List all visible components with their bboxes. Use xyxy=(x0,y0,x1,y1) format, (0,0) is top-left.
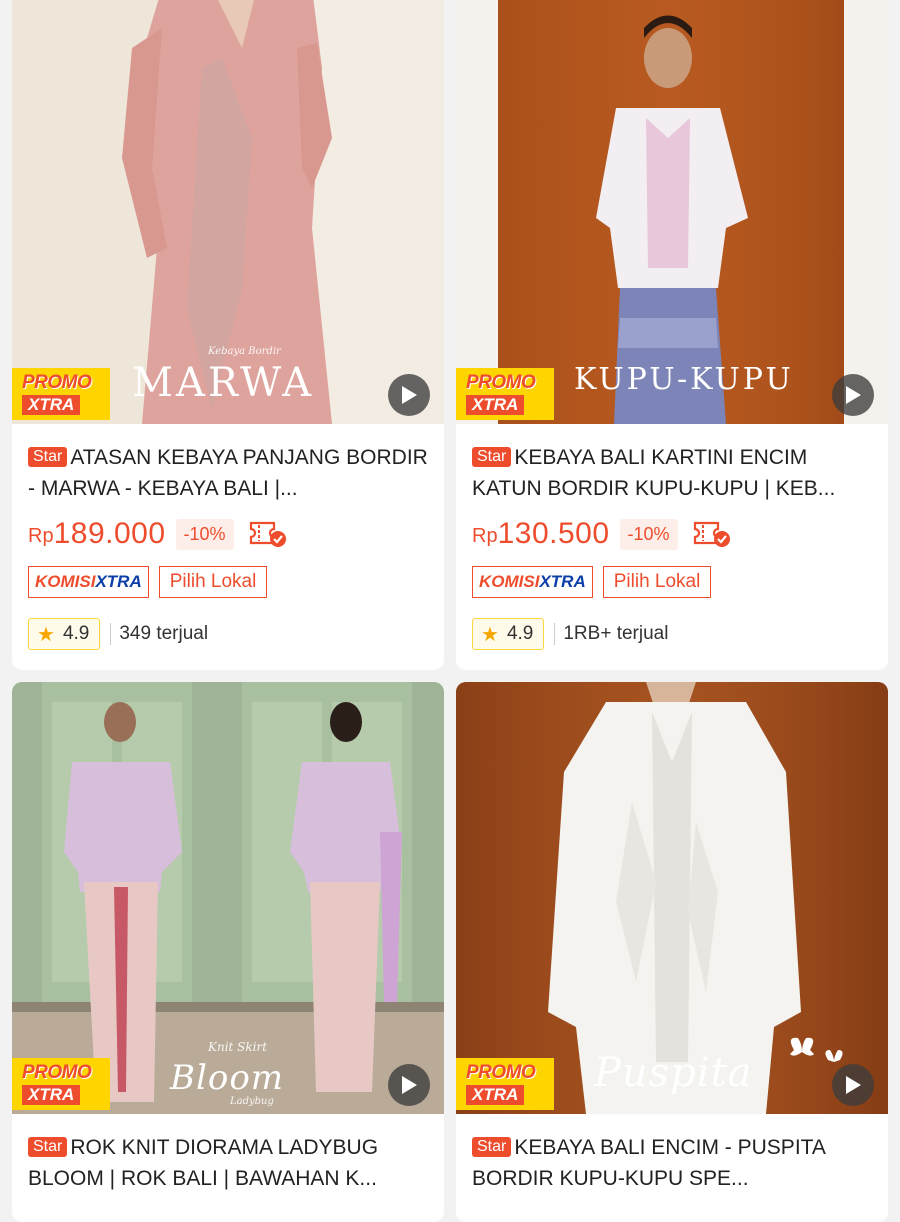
product-card[interactable]: Kebaya Bordir MARWA PROMO XTRA Star ATASA… xyxy=(12,0,444,670)
rating-badge: ★ 4.9 xyxy=(28,618,101,650)
product-price: 189.000 xyxy=(53,517,166,550)
product-title[interactable]: Star KEBAYA BALI KARTINI ENCIM KATUN BORD… xyxy=(472,442,872,504)
play-icon[interactable] xyxy=(832,374,874,416)
play-icon[interactable] xyxy=(388,1064,430,1106)
komisi-xtra-tag: KOMISI XTRA xyxy=(472,566,593,598)
product-title[interactable]: Star ATASAN KEBAYA PANJANG BORDIR - MARWA… xyxy=(28,442,428,504)
photo-overlay-caption: Ladybug xyxy=(230,1096,274,1107)
play-icon[interactable] xyxy=(832,1064,874,1106)
photo-overlay-title: Bloom xyxy=(170,1058,285,1098)
photo-overlay-title: Puspita xyxy=(594,1050,753,1096)
voucher-check-icon xyxy=(693,521,730,547)
product-image[interactable]: KUPU-KUPU PROMO XTRA xyxy=(456,0,888,424)
product-card[interactable]: KUPU-KUPU PROMO XTRA Star KEBAYA BALI KAR… xyxy=(456,0,888,670)
photo-overlay-title: KUPU-KUPU xyxy=(574,362,794,397)
promo-xtra-badge: PROMO XTRA xyxy=(12,368,110,420)
price-currency: Rp xyxy=(472,524,498,547)
product-grid: Kebaya Bordir MARWA PROMO XTRA Star ATASA… xyxy=(0,0,900,1222)
play-icon[interactable] xyxy=(388,374,430,416)
product-image[interactable]: Knit Skirt Bloom Ladybug PROMO XTRA xyxy=(12,682,444,1114)
star-icon: ★ xyxy=(481,623,499,646)
photo-overlay-subtitle: Kebaya Bordir xyxy=(208,346,281,357)
product-photo-art xyxy=(456,0,888,424)
product-card[interactable]: Puspita PROMO XTRA Star KEBAYA BALI ENCIM… xyxy=(456,682,888,1222)
promo-xtra-badge: PROMO XTRA xyxy=(12,1058,110,1110)
product-info: Star ROK KNIT DIORAMA LADYBUG BLOOM | ROK… xyxy=(12,1114,444,1194)
product-info: Star KEBAYA BALI ENCIM - PUSPITA BORDIR K… xyxy=(456,1114,888,1194)
star-seller-badge: Star xyxy=(472,447,512,467)
product-image[interactable]: Puspita PROMO XTRA xyxy=(456,682,888,1114)
star-seller-badge: Star xyxy=(28,1137,68,1157)
rating-value: 4.9 xyxy=(62,623,90,644)
star-seller-badge: Star xyxy=(472,1137,512,1157)
rating-badge: ★ 4.9 xyxy=(472,618,545,650)
rating-value: 4.9 xyxy=(506,623,534,644)
product-title[interactable]: Star ROK KNIT DIORAMA LADYBUG BLOOM | ROK… xyxy=(28,1132,428,1194)
product-image[interactable]: Kebaya Bordir MARWA PROMO XTRA xyxy=(12,0,444,424)
butterfly-icon xyxy=(790,1037,843,1062)
pilih-lokal-tag: Pilih Lokal xyxy=(158,566,268,598)
price-row: Rp 130.500 -10% xyxy=(472,516,872,552)
product-info: Star ATASAN KEBAYA PANJANG BORDIR - MARWA… xyxy=(12,424,444,650)
product-price: 130.500 xyxy=(497,517,610,550)
komisi-xtra-tag: KOMISI XTRA xyxy=(28,566,149,598)
promo-xtra-badge: PROMO XTRA xyxy=(456,368,554,420)
tag-row: KOMISI XTRA Pilih Lokal xyxy=(472,566,872,598)
tag-row: KOMISI XTRA Pilih Lokal xyxy=(28,566,428,598)
star-icon: ★ xyxy=(37,623,55,646)
photo-overlay-subtitle: Knit Skirt xyxy=(208,1040,268,1054)
photo-overlay-title: MARWA xyxy=(132,360,315,406)
price-currency: Rp xyxy=(28,524,54,547)
voucher-check-icon xyxy=(249,521,286,547)
rating-row: ★ 4.9 1RB+ terjual xyxy=(472,618,872,650)
rating-row: ★ 4.9 349 terjual xyxy=(28,618,428,650)
product-card[interactable]: Knit Skirt Bloom Ladybug PROMO XTRA Star… xyxy=(12,682,444,1222)
price-row: Rp 189.000 -10% xyxy=(28,516,428,552)
sold-count: 1RB+ terjual xyxy=(554,623,668,645)
product-info: Star KEBAYA BALI KARTINI ENCIM KATUN BORD… xyxy=(456,424,888,650)
discount-badge: -10% xyxy=(175,518,234,550)
star-seller-badge: Star xyxy=(28,447,68,467)
product-title[interactable]: Star KEBAYA BALI ENCIM - PUSPITA BORDIR K… xyxy=(472,1132,872,1194)
pilih-lokal-tag: Pilih Lokal xyxy=(602,566,712,598)
discount-badge: -10% xyxy=(619,518,678,550)
sold-count: 349 terjual xyxy=(110,623,208,645)
promo-xtra-badge: PROMO XTRA xyxy=(456,1058,554,1110)
